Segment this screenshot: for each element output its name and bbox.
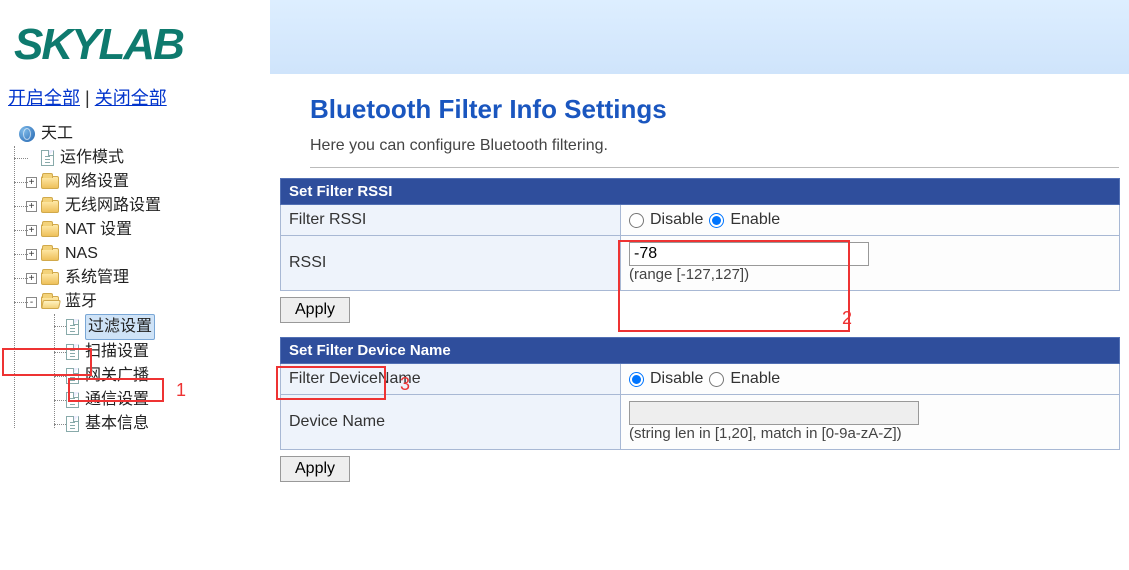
expander-icon[interactable]: + (26, 225, 37, 236)
header-banner (270, 0, 1129, 74)
expander-icon[interactable]: + (26, 249, 37, 260)
page-icon (66, 392, 79, 408)
expander-icon[interactable]: + (26, 201, 37, 212)
expander-icon[interactable]: + (26, 273, 37, 284)
folder-open-icon (41, 296, 59, 309)
folder-icon (41, 224, 59, 237)
tree-item-gateway-broadcast[interactable]: 网关广播 (85, 364, 149, 388)
disable-label: Disable (650, 370, 703, 388)
page-subtitle: Here you can configure Bluetooth filteri… (310, 137, 1129, 155)
tree-item-system[interactable]: 系统管理 (65, 266, 129, 290)
rssi-input[interactable] (629, 242, 869, 266)
tree-item-comm-settings[interactable]: 通信设置 (85, 388, 149, 412)
filter-devicename-enable-radio[interactable] (709, 372, 724, 387)
devicename-input[interactable] (629, 401, 919, 425)
disable-label: Disable (650, 211, 703, 229)
expander-icon[interactable]: - (26, 297, 37, 308)
filter-rssi-disable-radio[interactable] (629, 213, 644, 228)
folder-icon (41, 200, 59, 213)
devicename-label: Device Name (281, 395, 621, 450)
tree-item-scan-settings[interactable]: 扫描设置 (85, 340, 149, 364)
device-name-section-header: Set Filter Device Name (281, 338, 1120, 364)
enable-label: Enable (730, 370, 780, 388)
folder-icon (41, 248, 59, 261)
expander-icon[interactable]: + (26, 177, 37, 188)
filter-devicename-disable-radio[interactable] (629, 372, 644, 387)
tree-item-operation-mode[interactable]: 运作模式 (60, 146, 124, 170)
apply-rssi-button[interactable]: Apply (280, 297, 350, 323)
tree-item-filter-settings[interactable]: 过滤设置 (85, 314, 155, 340)
page-icon (41, 150, 54, 166)
tree-item-nas[interactable]: NAS (65, 242, 98, 266)
tree-item-bluetooth[interactable]: 蓝牙 (65, 290, 97, 314)
filter-rssi-label: Filter RSSI (281, 205, 621, 236)
open-all-link[interactable]: 开启全部 (8, 88, 80, 108)
apply-devicename-button[interactable]: Apply (280, 456, 350, 482)
page-icon (66, 368, 79, 384)
tree-item-nat[interactable]: NAT 设置 (65, 218, 132, 242)
tree-root[interactable]: 天工 (41, 122, 73, 146)
enable-label: Enable (730, 211, 780, 229)
filter-devicename-label: Filter DeviceName (281, 364, 621, 395)
folder-icon (41, 272, 59, 285)
close-all-link[interactable]: 关闭全部 (95, 88, 167, 108)
separator: | (85, 88, 95, 108)
tree-item-network[interactable]: 网络设置 (65, 170, 129, 194)
tree-item-basic-info[interactable]: 基本信息 (85, 412, 149, 436)
rssi-section-header: Set Filter RSSI (281, 179, 1120, 205)
globe-icon (19, 126, 35, 142)
page-icon (66, 416, 79, 432)
page-icon (66, 319, 79, 335)
folder-icon (41, 176, 59, 189)
annotation-label-2: 2 (842, 308, 852, 329)
filter-rssi-enable-radio[interactable] (709, 213, 724, 228)
tree-item-wireless[interactable]: 无线网路设置 (65, 194, 161, 218)
rssi-label: RSSI (281, 236, 621, 291)
page-icon (66, 344, 79, 360)
page-title: Bluetooth Filter Info Settings (310, 94, 1129, 125)
rssi-hint: (range [-127,127]) (629, 266, 749, 283)
devicename-hint: (string len in [1,20], match in [0-9a-zA… (629, 425, 902, 442)
brand-logo: SKYLAB (0, 0, 270, 80)
